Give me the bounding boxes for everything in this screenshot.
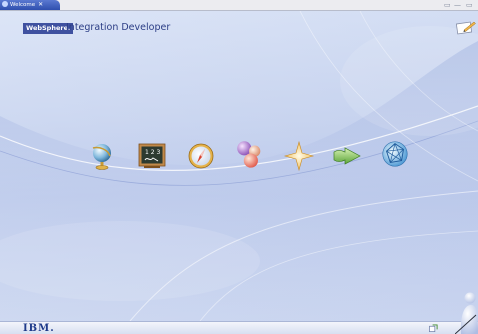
tab-label: Welcome [10, 2, 36, 8]
welcome-icon [2, 1, 8, 7]
sparkle-star-icon[interactable] [283, 140, 315, 172]
chalkboard-icon[interactable]: 1 2 3 [136, 140, 168, 172]
web-sphere-icon[interactable] [379, 138, 411, 170]
person-figure-icon [455, 292, 478, 334]
svg-text:1 2 3: 1 2 3 [145, 149, 160, 156]
welcome-content: WebSphere. Integration Developer 1 2 3 [0, 11, 478, 321]
restore-icon[interactable]: ▭ [444, 1, 451, 9]
maximize-icon[interactable]: ▭ [466, 1, 473, 9]
arrow-icon[interactable] [331, 140, 363, 172]
tab-welcome[interactable]: Welcome ✕ [0, 0, 60, 10]
welcome-footer: IBM. [0, 321, 478, 334]
app-title: Integration Developer [66, 22, 171, 33]
ibm-logo: IBM. [23, 323, 55, 334]
editor-tab-bar: Welcome ✕ ▭ — ▭ [0, 0, 478, 11]
restore-page-icon[interactable] [429, 324, 438, 333]
close-icon[interactable]: ✕ [38, 0, 43, 10]
minimize-icon[interactable]: — [454, 1, 461, 9]
pencil-icon[interactable] [456, 20, 476, 35]
welcome-window: Welcome ✕ ▭ — ▭ WebSphere. Integration D… [0, 0, 478, 334]
spheres-icon[interactable] [233, 138, 265, 170]
globe-icon[interactable] [86, 140, 118, 172]
compass-icon[interactable] [185, 140, 217, 172]
